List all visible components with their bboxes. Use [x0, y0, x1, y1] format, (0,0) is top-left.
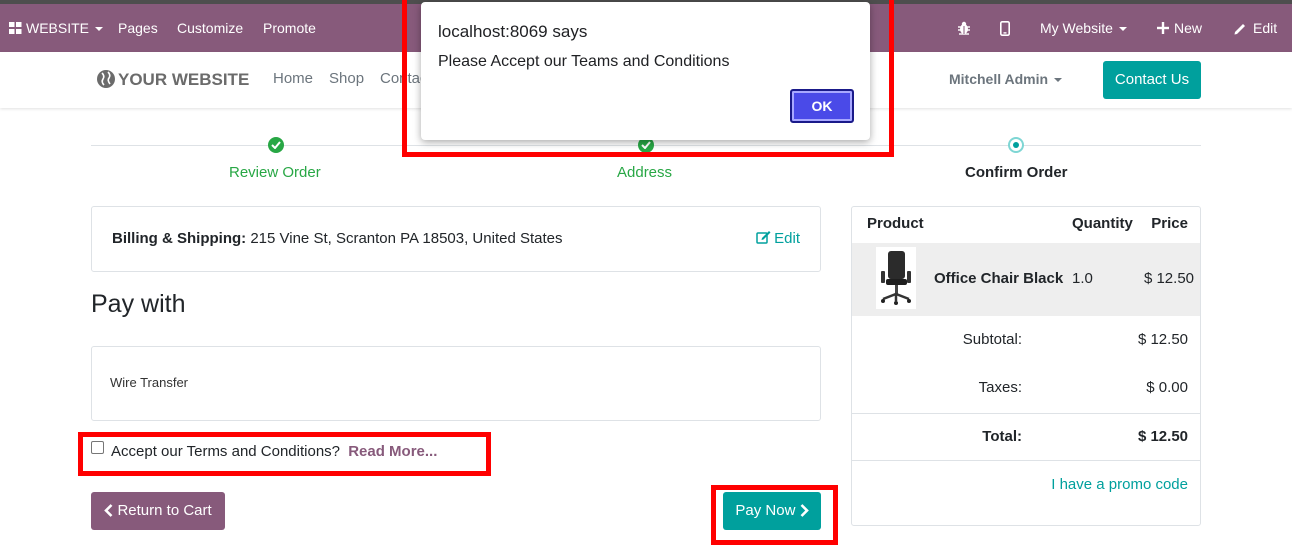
- total-label: Total:: [982, 428, 1022, 445]
- dialog-message: Please Accept our Teams and Conditions: [438, 53, 730, 70]
- subtotal-label: Subtotal:: [962, 331, 1022, 348]
- nav-home[interactable]: Home: [273, 70, 313, 87]
- taxes-value: $ 0.00: [1146, 379, 1188, 396]
- edit-button[interactable]: Edit: [1234, 4, 1277, 52]
- contact-us-button[interactable]: Contact Us: [1103, 61, 1201, 99]
- annotation-highlight-pay-now: [711, 485, 838, 545]
- step-confirm-order: Confirm Order: [965, 164, 1068, 181]
- dialog-ok-button[interactable]: OK: [790, 89, 854, 123]
- product-image[interactable]: [876, 247, 916, 309]
- my-website-label: My Website: [1040, 20, 1113, 36]
- mobile-preview-button[interactable]: [1000, 4, 1010, 52]
- return-to-cart-button[interactable]: Return to Cart: [91, 492, 225, 530]
- edit-address-label: Edit: [774, 230, 800, 247]
- step-confirm-current-indicator: [1008, 137, 1024, 153]
- nav-shop[interactable]: Shop: [329, 70, 364, 87]
- product-price: $ 12.50: [1143, 270, 1194, 287]
- step-review-order[interactable]: Review Order: [229, 164, 321, 181]
- website-menu-label: WEBSITE: [26, 20, 90, 36]
- step-address[interactable]: Address: [617, 164, 672, 181]
- user-name: Mitchell Admin: [949, 71, 1049, 87]
- billing-address-value: 215 Vine St, Scranton PA 18503, United S…: [250, 230, 563, 247]
- pay-with-heading: Pay with: [91, 290, 186, 318]
- pencil-icon: [1234, 23, 1245, 35]
- bug-icon: [958, 22, 970, 35]
- col-price: Price: [1151, 215, 1188, 232]
- total-value: $ 12.50: [1137, 428, 1188, 445]
- billing-address: Billing & Shipping: 215 Vine St, Scranto…: [112, 230, 563, 247]
- chevron-down-icon: [1054, 78, 1063, 83]
- col-product: Product: [867, 215, 924, 232]
- chevron-down-icon: [95, 27, 104, 32]
- return-to-cart-label: Return to Cart: [117, 502, 212, 519]
- apps-grid-icon: [9, 22, 22, 35]
- promote-menu[interactable]: Promote: [263, 4, 316, 52]
- customize-menu[interactable]: Customize: [177, 4, 243, 52]
- office-chair-icon: [881, 251, 911, 305]
- alert-dialog: localhost:8069 says Please Accept our Te…: [421, 2, 870, 140]
- site-logo-text: YOUR WEBSITE: [118, 70, 250, 89]
- billing-shipping-card: Billing & Shipping: 215 Vine St, Scranto…: [91, 206, 821, 272]
- pages-menu[interactable]: Pages: [118, 4, 158, 52]
- annotation-highlight-terms: [78, 432, 491, 476]
- plus-icon: [1157, 22, 1169, 35]
- website-menu[interactable]: WEBSITE: [9, 4, 104, 52]
- debug-button[interactable]: [957, 4, 971, 52]
- site-logo[interactable]: YOUR WEBSITE: [96, 68, 249, 92]
- chevron-down-icon: [1118, 27, 1127, 32]
- edit-icon: [756, 231, 771, 244]
- chevron-left-icon: [104, 503, 113, 517]
- globe-icon: [97, 69, 115, 88]
- edit-address-link[interactable]: Edit: [756, 230, 800, 247]
- summary-divider: [852, 413, 1200, 414]
- new-label: New: [1174, 20, 1203, 36]
- promo-code-link[interactable]: I have a promo code: [1051, 476, 1188, 493]
- product-quantity: 1.0: [1072, 270, 1093, 287]
- my-website-menu[interactable]: My Website: [1040, 4, 1127, 52]
- billing-label: Billing & Shipping:: [112, 230, 247, 247]
- step-review-done-indicator: [268, 137, 284, 153]
- check-icon: [271, 141, 281, 149]
- payment-method-card[interactable]: Wire Transfer: [91, 346, 821, 421]
- dialog-title: localhost:8069 says: [438, 22, 588, 41]
- col-quantity: Quantity: [1072, 215, 1133, 232]
- cart-line: Office Chair Black 1.0 $ 12.50: [852, 243, 1200, 316]
- product-name[interactable]: Office Chair Black: [934, 270, 1063, 287]
- order-summary: Product Quantity Price Office Chair Blac…: [851, 206, 1201, 526]
- payment-method-wire-transfer: Wire Transfer: [110, 375, 189, 390]
- new-button[interactable]: New: [1157, 4, 1202, 52]
- mobile-icon: [1000, 20, 1010, 36]
- subtotal-value: $ 12.50: [1137, 331, 1188, 348]
- user-menu[interactable]: Mitchell Admin: [949, 71, 1063, 87]
- taxes-label: Taxes:: [978, 379, 1022, 396]
- edit-label: Edit: [1253, 20, 1278, 36]
- summary-divider: [852, 460, 1200, 461]
